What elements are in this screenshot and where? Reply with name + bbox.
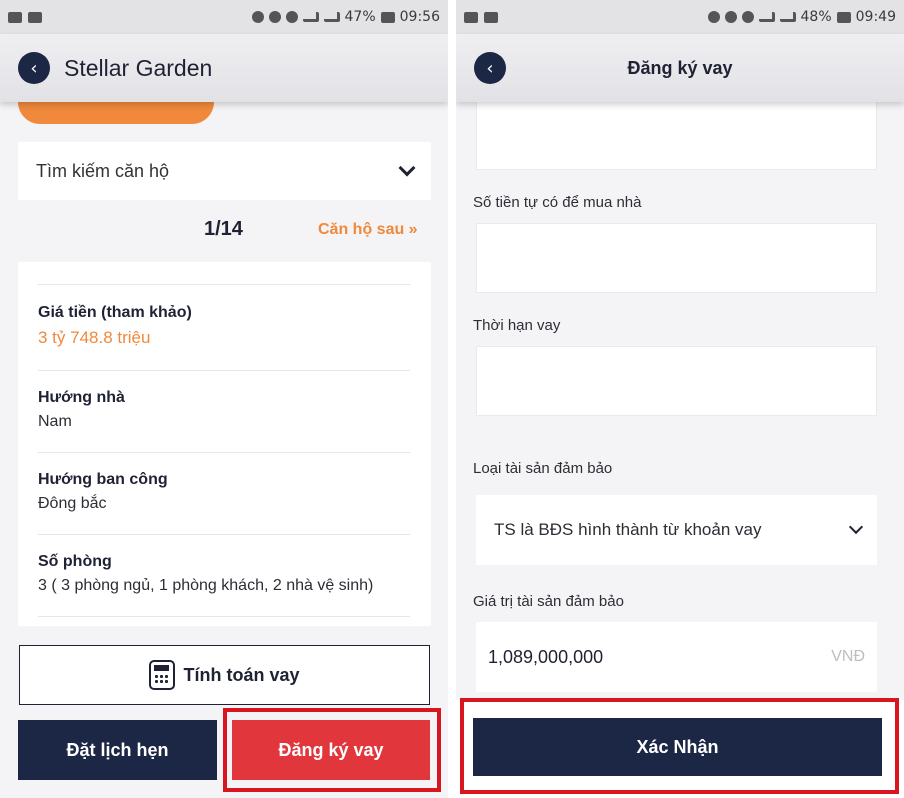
detail-value: 3 ( 3 phòng ngủ, 1 phòng khách, 2 nhà vệ… (38, 577, 374, 594)
collateral-value-input[interactable]: 1,089,000,000 VNĐ (476, 622, 877, 692)
collateral-value: 1,089,000,000 (488, 646, 604, 667)
collateral-value-label: Giá trị tài sản đảm bảo (473, 593, 624, 610)
divider (38, 452, 410, 453)
currency-unit: VNĐ (831, 648, 865, 665)
signal-icon (302, 12, 319, 22)
status-bar: 47% 09:56 (0, 0, 448, 34)
detail-label: Hướng nhà (38, 389, 125, 406)
loan-term-label: Thời hạn vay (473, 317, 561, 334)
detail-price: Giá tiền (tham khảo) 3 tỷ 748.8 triệu (38, 304, 410, 348)
app-header: ‹ Stellar Garden (0, 34, 448, 102)
detail-value: 3 tỷ 748.8 triệu (38, 328, 151, 347)
alarm-icon (724, 11, 737, 23)
detail-label: Giá tiền (tham khảo) (38, 304, 192, 321)
detail-house-direction: Hướng nhà Nam (38, 389, 410, 431)
clock: 09:49 (855, 9, 896, 25)
detail-label: Hướng ban công (38, 471, 168, 488)
battery-percent: 48% (800, 9, 832, 25)
previous-field-input[interactable] (476, 100, 877, 170)
own-money-label: Số tiền tự có để mua nhà (473, 194, 642, 211)
signal-icon (758, 12, 775, 22)
battery-percent: 47% (344, 9, 376, 25)
detail-value: Đông bắc (38, 495, 107, 512)
loan-calculator-label: Tính toán vay (183, 664, 300, 685)
signal-icon (323, 12, 340, 22)
status-bar: 48% 09:49 (456, 0, 904, 34)
search-placeholder: Tìm kiếm căn hộ (36, 160, 170, 181)
calculator-icon (149, 660, 176, 690)
next-apartment-link[interactable]: Căn hộ sau » (318, 221, 418, 239)
highlight-box (223, 708, 441, 792)
loan-form: Số tiền tự có để mua nhà Thời hạn vay Lo… (456, 100, 904, 798)
collateral-type-label: Loại tài sản đảm bảo (473, 460, 613, 477)
collateral-type-select[interactable]: TS là BĐS hình thành từ khoản vay (476, 495, 877, 565)
apartment-search-dropdown[interactable]: Tìm kiếm căn hộ (18, 142, 431, 200)
back-arrow-icon: ‹ (486, 57, 494, 79)
own-money-input[interactable] (476, 223, 877, 293)
detail-rooms: Số phòng 3 ( 3 phòng ngủ, 1 phòng khách,… (38, 553, 410, 595)
signal-icon (779, 12, 796, 22)
detail-label: Số phòng (38, 553, 112, 570)
wifi-icon (285, 11, 298, 23)
page-title: Đăng ký vay (627, 57, 733, 78)
lock-icon (251, 11, 264, 23)
chevron-down-icon (398, 159, 416, 177)
clock: 09:56 (399, 9, 440, 25)
loan-calculator-button[interactable]: Tính toán vay (19, 645, 430, 705)
lock-icon (707, 11, 720, 23)
chevron-down-icon (848, 519, 864, 535)
right-screen: 48% 09:49 ‹ Đăng ký vay Số tiền tự có để… (456, 0, 904, 798)
app-header: ‹ Đăng ký vay (456, 34, 904, 102)
loan-term-input[interactable] (476, 346, 877, 416)
divider (38, 616, 410, 617)
page-title: Stellar Garden (64, 54, 213, 81)
page-counter: 1/14 (204, 218, 243, 240)
collateral-type-value: TS là BĐS hình thành từ khoản vay (494, 520, 762, 539)
gallery-icon (8, 11, 22, 23)
detail-value: Nam (38, 413, 72, 430)
battery-icon (836, 11, 851, 23)
divider (38, 534, 410, 535)
divider (38, 284, 410, 285)
apartment-detail-card: Giá tiền (tham khảo) 3 tỷ 748.8 triệu Hư… (18, 262, 431, 626)
highlight-box (460, 698, 899, 794)
apartment-pager: 1/14 Căn hộ sau » (0, 214, 448, 248)
gallery-icon (464, 11, 478, 23)
battery-icon (380, 11, 395, 23)
back-button[interactable]: ‹ (18, 52, 50, 84)
wifi-icon (741, 11, 754, 23)
activity-icon (484, 11, 498, 23)
detail-balcony-direction: Hướng ban công Đông bắc (38, 471, 410, 513)
left-screen: 47% 09:56 ‹ Stellar Garden Tìm kiếm căn … (0, 0, 448, 798)
divider (38, 370, 410, 371)
activity-icon (28, 11, 42, 23)
back-button[interactable]: ‹ (474, 52, 506, 84)
alarm-icon (268, 11, 281, 23)
back-arrow-icon: ‹ (30, 57, 38, 79)
schedule-appointment-button[interactable]: Đặt lịch hẹn (18, 720, 217, 780)
